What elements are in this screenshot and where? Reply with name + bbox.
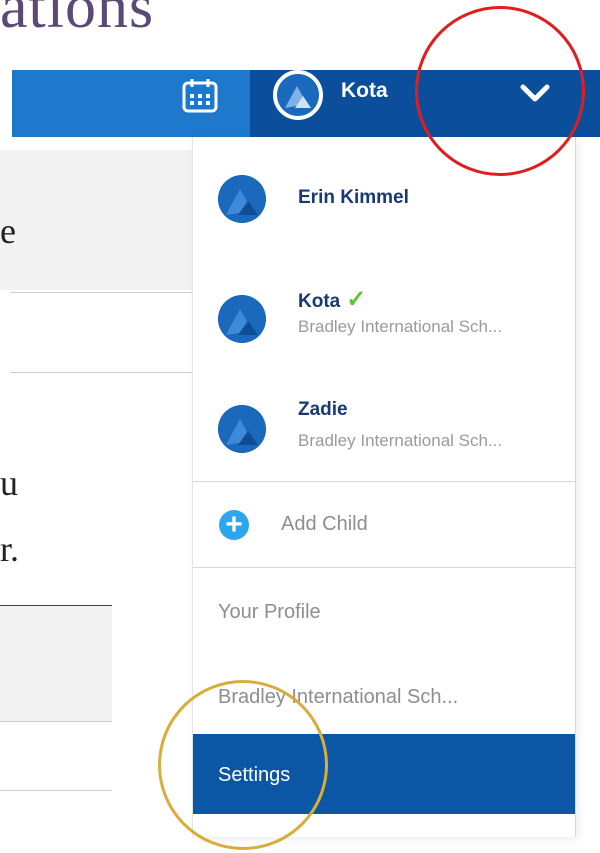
current-user-avatar[interactable] bbox=[273, 70, 323, 120]
avatar-icon bbox=[218, 175, 266, 223]
child-school: Bradley International Sch... bbox=[298, 317, 503, 336]
plus-circle-icon: + bbox=[219, 510, 249, 540]
page-heading-fragment: ations bbox=[0, 0, 155, 41]
background-text-fragment: r. bbox=[0, 529, 20, 569]
avatar bbox=[218, 405, 266, 453]
background-card bbox=[0, 150, 192, 290]
child-school: Bradley International Sch... bbox=[298, 431, 503, 450]
child-name: Zadie bbox=[298, 399, 348, 420]
calendar-icon bbox=[182, 79, 218, 113]
divider bbox=[0, 721, 112, 722]
divider bbox=[0, 790, 112, 791]
child-name: Erin Kimmel bbox=[298, 187, 409, 208]
avatar bbox=[218, 175, 266, 223]
child-item-zadie[interactable]: Zadie Bradley International Sch... bbox=[193, 377, 575, 482]
current-user-name[interactable]: Kota bbox=[341, 79, 388, 103]
child-item-kota[interactable]: Kota ✓ Bradley International Sch... bbox=[193, 257, 575, 377]
background-text-fragment: e bbox=[0, 211, 16, 251]
add-child-label: Add Child bbox=[281, 513, 368, 535]
add-child-button[interactable]: + Add Child bbox=[193, 482, 575, 567]
divider bbox=[10, 292, 192, 293]
highlight-circle-red bbox=[415, 6, 585, 176]
avatar-icon bbox=[218, 295, 266, 343]
your-profile-label: Your Profile bbox=[218, 601, 321, 623]
child-name: Kota ✓ bbox=[298, 285, 366, 314]
avatar-icon bbox=[218, 405, 266, 453]
calendar-button[interactable] bbox=[180, 76, 220, 116]
your-profile-link[interactable]: Your Profile bbox=[193, 568, 575, 648]
checkmark-icon: ✓ bbox=[346, 286, 367, 313]
background-text-fragment: u bbox=[0, 463, 18, 503]
highlight-circle-gold bbox=[158, 680, 328, 850]
avatar-icon bbox=[277, 74, 319, 116]
child-name-text: Kota bbox=[298, 291, 341, 312]
background-input-area bbox=[0, 606, 112, 721]
divider bbox=[10, 372, 192, 373]
avatar bbox=[218, 295, 266, 343]
